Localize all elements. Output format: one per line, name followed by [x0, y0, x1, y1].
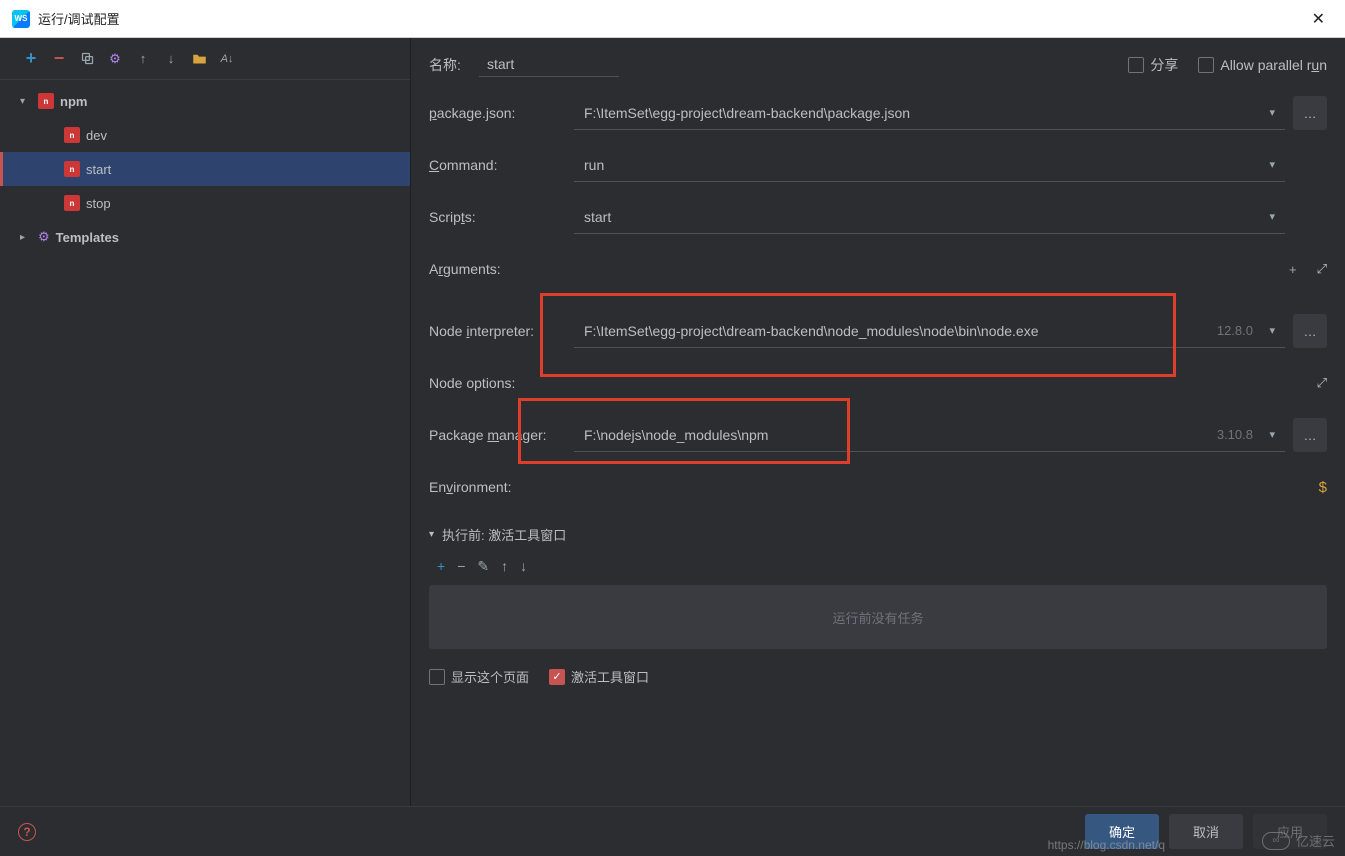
command-select[interactable]: run [574, 148, 1285, 182]
share-checkbox[interactable]: 分享 [1128, 55, 1178, 75]
tree-label: npm [60, 94, 87, 109]
cloud-icon: ∞ [1262, 832, 1290, 850]
environment-label: Environment: [429, 479, 574, 495]
node-interpreter-input[interactable]: F:\ItemSet\egg-project\dream-backend\nod… [574, 314, 1285, 348]
scripts-select[interactable]: start [574, 200, 1285, 234]
arguments-label: Arguments: [429, 261, 574, 277]
browse-button[interactable]: … [1293, 418, 1327, 452]
tree-item-dev[interactable]: n dev [0, 118, 410, 152]
expand-icon[interactable]: ⤢ [1317, 261, 1327, 277]
tree-item-stop[interactable]: n stop [0, 186, 410, 220]
up-icon[interactable]: ↑ [132, 48, 154, 70]
close-icon[interactable]: ✕ [1304, 5, 1333, 33]
tree-label: dev [86, 128, 107, 143]
npm-icon: n [38, 93, 54, 109]
node-interpreter-label: Node interpreter: [429, 323, 574, 339]
tree-label: start [86, 162, 111, 177]
add-icon[interactable]: + [437, 558, 445, 575]
browse-button[interactable]: … [1293, 314, 1327, 348]
help-icon[interactable]: ? [18, 823, 36, 841]
empty-tasks-placeholder: 运行前没有任务 [429, 585, 1327, 649]
npm-icon: n [64, 195, 80, 211]
before-run-header[interactable]: ▾ 执行前: 激活工具窗口 [429, 525, 1327, 544]
down-icon[interactable]: ↓ [160, 48, 182, 70]
source-url: https://blog.csdn.net/q [1048, 838, 1165, 852]
package-json-label: package.json: [429, 105, 574, 121]
edit-icon[interactable]: ✎ [477, 558, 489, 575]
npm-version: 3.10.8 [1217, 427, 1253, 442]
name-input[interactable]: start [479, 52, 619, 77]
chevron-down-icon: ▾ [429, 529, 434, 540]
config-tree: ▾ n npm n dev n start n stop ▸ ⚙ Templat… [0, 80, 410, 806]
app-icon: WS [12, 10, 30, 28]
remove-icon[interactable]: − [457, 558, 465, 575]
folder-icon[interactable] [188, 48, 210, 70]
dollar-icon[interactable]: $ [1319, 479, 1327, 496]
scripts-label: Scripts: [429, 209, 574, 225]
remove-icon[interactable]: − [48, 48, 70, 70]
activate-window-checkbox[interactable]: ✓激活工具窗口 [549, 667, 649, 686]
config-form: 名称: start 分享 Allow parallel run package.… [411, 38, 1345, 806]
gear-icon[interactable]: ⚙ [104, 48, 126, 70]
chevron-down-icon: ▾ [20, 96, 32, 107]
parallel-run-checkbox[interactable]: Allow parallel run [1198, 57, 1327, 73]
copy-icon[interactable] [76, 48, 98, 70]
command-label: Command: [429, 157, 574, 173]
package-manager-label: Package manager: [429, 427, 574, 443]
package-manager-input[interactable]: F:\nodejs\node_modules\npm3.10.8 [574, 418, 1285, 452]
before-run-section: ▾ 执行前: 激活工具窗口 + − ✎ ↑ ↓ 运行前没有任务 显示这个页面 ✓… [429, 525, 1327, 686]
sort-icon[interactable]: A↓ [216, 48, 238, 70]
npm-icon: n [64, 161, 80, 177]
add-icon[interactable]: + [1289, 262, 1297, 277]
titlebar: WS 运行/调试配置 ✕ [0, 0, 1345, 38]
sidebar-toolbar: + − ⚙ ↑ ↓ A↓ [0, 38, 410, 80]
browse-button[interactable]: … [1293, 96, 1327, 130]
watermark: ∞ 亿速云 [1262, 831, 1335, 850]
expand-icon[interactable]: ⤢ [1317, 375, 1327, 391]
chevron-right-icon: ▸ [20, 232, 32, 243]
window-title: 运行/调试配置 [38, 9, 120, 28]
sidebar: + − ⚙ ↑ ↓ A↓ ▾ n npm n dev n start [0, 38, 411, 806]
down-icon[interactable]: ↓ [520, 558, 527, 575]
tree-npm-group[interactable]: ▾ n npm [0, 84, 410, 118]
show-page-checkbox[interactable]: 显示这个页面 [429, 667, 529, 686]
up-icon[interactable]: ↑ [501, 558, 508, 575]
gear-icon: ⚙ [38, 229, 50, 245]
name-label: 名称: [429, 55, 479, 75]
node-options-label: Node options: [429, 375, 574, 391]
tree-item-start[interactable]: n start [0, 152, 410, 186]
tree-label: Templates [56, 230, 119, 245]
main-area: + − ⚙ ↑ ↓ A↓ ▾ n npm n dev n start [0, 38, 1345, 806]
node-version: 12.8.0 [1217, 323, 1253, 338]
npm-icon: n [64, 127, 80, 143]
tree-templates[interactable]: ▸ ⚙ Templates [0, 220, 410, 254]
cancel-button[interactable]: 取消 [1169, 814, 1243, 849]
package-json-input[interactable]: F:\ItemSet\egg-project\dream-backend\pac… [574, 96, 1285, 130]
add-icon[interactable]: + [20, 48, 42, 70]
tree-label: stop [86, 196, 111, 211]
